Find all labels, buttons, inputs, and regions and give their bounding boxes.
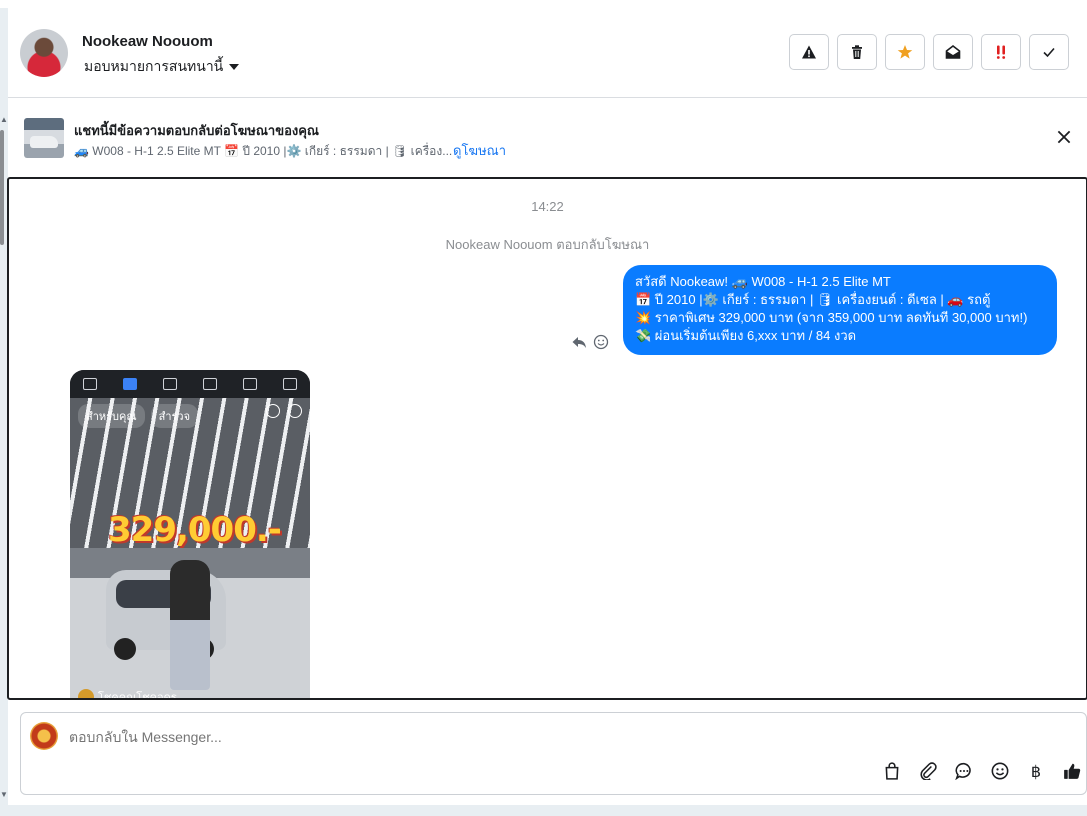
mark-unread-button[interactable] [933,34,973,70]
shopping-bag-icon [885,762,899,780]
reply-input[interactable] [69,729,769,745]
view-ad-link[interactable]: ดูโฆษณา [453,140,506,161]
done-button[interactable] [1029,34,1069,70]
assign-label: มอบหมายการสนทนานี้ [84,58,224,74]
message-line: สวัสดี Nookeaw! 🚙 W008 - H-1 2.5 Elite M… [635,274,891,289]
home-icon [83,378,97,390]
bell-icon [243,378,257,390]
message-timestamp: 14:22 [531,199,564,214]
emoji-button[interactable] [990,761,1010,781]
tab-explore: สำรวจ [150,404,199,428]
reply-icon[interactable] [571,334,587,350]
shop-button[interactable] [882,761,902,781]
video-icon [123,378,137,390]
close-icon[interactable] [1055,128,1073,146]
spam-button[interactable] [981,34,1021,70]
baht-icon: ฿ [1030,761,1042,781]
message-line: 💥 ราคาพิเศษ 329,000 บาท (จาก 359,000 บาท… [635,310,1028,325]
ad-banner-subtitle: 🚙 W008 - H-1 2.5 Elite MT 📅 ปี 2010 |⚙️ … [74,144,453,158]
message-line: 💸 ผ่อนเริ่มต้นเพียง 6,xxx บาท / 84 งวด [635,328,857,343]
scrollbar-thumb[interactable] [0,130,4,245]
trash-icon [852,45,862,59]
account-name: โชคคูณโชคอุดร [98,692,177,700]
van-wheel [114,638,136,660]
friends-icon [163,378,177,390]
contact-avatar[interactable] [20,29,68,77]
outgoing-message-bubble[interactable]: สวัสดี Nookeaw! 🚙 W008 - H-1 2.5 Elite M… [623,265,1057,355]
reel-account: โชคคูณโชคอุดร [78,688,177,700]
reel-tabs: สำหรับคุณ สำรวจ [78,404,199,428]
payment-button[interactable]: ฿ [1026,761,1046,781]
check-icon [1043,47,1055,58]
account-avatar [78,689,94,698]
like-button[interactable] [1062,761,1082,781]
ad-thumbnail[interactable] [24,118,64,158]
chat-bubble-icon [955,762,971,780]
emoji-icon [991,762,1009,780]
inbox-conversation-panel: Nookeaw Noouom มอบหมายการสนทนานี้ แชทนี้… [7,8,1087,805]
header-actions [789,34,1069,70]
ad-reply-banner: แชทนี้มีข้อความตอบกลับต่อโฆษณาของคุณ 🚙 W… [8,98,1087,176]
left-scrollbar[interactable]: ▲ ▼ [0,110,8,800]
profile-icon [288,404,302,418]
image-attachment[interactable]: สำหรับคุณ สำรวจ 329,000.- โชคคูณโชคอุดร [70,370,310,700]
reel-top-icons [266,404,302,418]
warning-icon [802,45,816,59]
presenter-figure [170,560,210,690]
envelope-open-icon [945,44,961,59]
saved-replies-button[interactable] [954,761,974,781]
message-tools [571,334,609,350]
double-exclaim-icon [996,45,1006,59]
ad-banner-title: แชทนี้มีข้อความตอบกลับต่อโฆษณาของคุณ [74,123,319,138]
menu-icon [283,378,297,390]
conversation-header: Nookeaw Noouom มอบหมายการสนทนานี้ [8,8,1087,98]
scroll-up-arrow-icon[interactable]: ▲ [0,115,8,124]
tab-for-you: สำหรับคุณ [78,404,145,428]
star-icon [897,45,913,59]
report-button[interactable] [789,34,829,70]
ad-reply-note: Nookeaw Noouom ตอบกลับโฆษณา [445,237,650,252]
delete-button[interactable] [837,34,877,70]
paperclip-icon [920,762,937,780]
scroll-down-arrow-icon[interactable]: ▼ [0,790,8,799]
top-border [0,0,1087,8]
app-nav-bar [70,370,310,398]
assign-conversation-dropdown[interactable]: มอบหมายการสนทนานี้ [84,56,240,78]
emoji-react-icon[interactable] [593,334,609,350]
page-avatar [30,722,58,750]
search-icon [266,404,280,418]
message-composer: ฿ [20,712,1087,795]
caret-down-icon [229,64,240,70]
thumbs-up-icon [1064,763,1081,779]
message-thread[interactable]: 14:22 Nookeaw Noouom ตอบกลับโฆษณา สวัสดี… [7,177,1087,700]
price-overlay: 329,000.- [108,510,282,550]
composer-tools: ฿ [882,761,1082,781]
contact-name[interactable]: Nookeaw Noouom [82,33,213,50]
star-button[interactable] [885,34,925,70]
attach-button[interactable] [918,761,938,781]
marketplace-icon [203,378,217,390]
message-line: 📅 ปี 2010 |⚙️ เกียร์ : ธรรมดา | 🛢 เครื่อ… [635,292,991,307]
